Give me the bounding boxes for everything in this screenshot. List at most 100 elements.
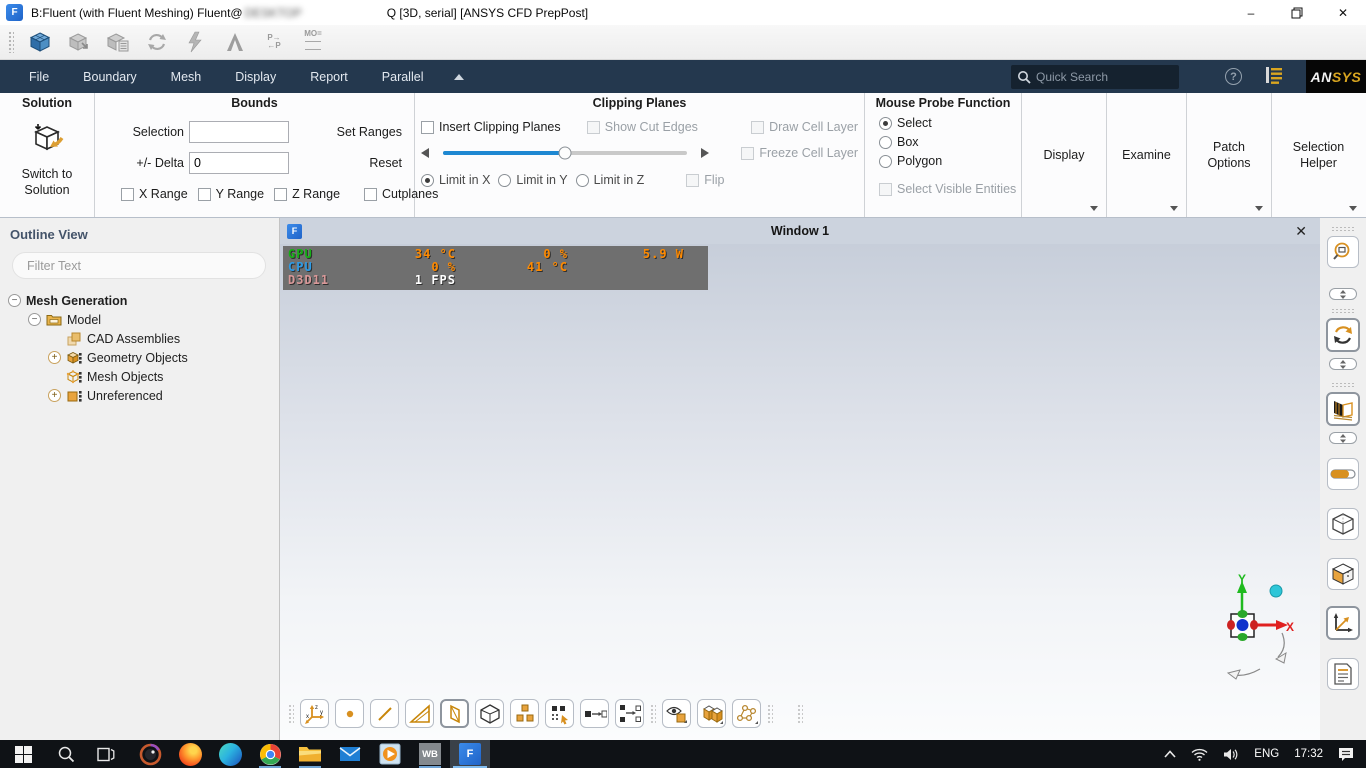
firefox-button[interactable] — [170, 740, 210, 768]
chrome-button[interactable] — [250, 740, 290, 768]
toolbar-drag-handle[interactable] — [8, 31, 14, 53]
toolbar-drag-handle[interactable] — [1331, 308, 1355, 314]
graphics-canvas[interactable]: GPU 34 °C 0 % 5.9 W CPU 0 % 41 °C D3D11 … — [280, 244, 1320, 740]
limit-in-x-radio[interactable]: Limit in X — [421, 173, 490, 187]
perspective-spin-control[interactable] — [1329, 432, 1357, 444]
tab-mesh[interactable]: Mesh — [154, 60, 219, 93]
selection-helper-dropdown-button[interactable]: Selection Helper — [1272, 93, 1365, 217]
solid-cube-button[interactable] — [1327, 558, 1359, 590]
copy-cells-button[interactable] — [580, 699, 609, 728]
collapse-icon[interactable]: − — [28, 313, 41, 326]
recorder-app-button[interactable] — [130, 740, 170, 768]
graphics-window-close-button[interactable]: ✕ — [1295, 223, 1307, 240]
reset-button[interactable]: Reset — [289, 156, 408, 170]
clip-slider[interactable] — [443, 146, 688, 160]
mo-list-icon[interactable]: MO= —— —— — [300, 29, 326, 55]
tree-item-mesh-objects[interactable]: Mesh Objects — [0, 367, 279, 386]
node-graph-button[interactable] — [732, 699, 761, 728]
toolbar-drag-handle[interactable] — [1331, 226, 1355, 232]
toolbar-drag-handle[interactable] — [767, 703, 773, 724]
language-indicator[interactable]: ENG — [1254, 748, 1279, 760]
tab-file[interactable]: File — [12, 60, 66, 93]
rotate-view-button[interactable] — [1326, 318, 1360, 352]
pp-transfer-icon[interactable]: P→ ←P — [261, 29, 287, 55]
mesh-cube-icon[interactable] — [27, 29, 53, 55]
toolbar-drag-handle[interactable] — [1331, 382, 1355, 388]
quick-search-input[interactable] — [1036, 69, 1166, 84]
rotate-spin-control[interactable] — [1329, 358, 1357, 370]
start-button[interactable] — [0, 740, 46, 768]
expand-icon[interactable]: + — [48, 389, 61, 402]
axes-view-button[interactable] — [1326, 606, 1360, 640]
annotation-button[interactable] — [1327, 658, 1359, 690]
wifi-icon[interactable] — [1191, 748, 1208, 761]
export-cube-icon[interactable] — [105, 29, 131, 55]
quick-search-box[interactable] — [1011, 64, 1179, 89]
move-cells-button[interactable] — [615, 699, 644, 728]
perspective-button[interactable] — [1326, 392, 1360, 426]
set-ranges-button[interactable]: Set Ranges — [289, 125, 408, 139]
toolbar-drag-handle[interactable] — [288, 703, 294, 724]
import-cube-icon[interactable] — [66, 29, 92, 55]
filter-text-input[interactable] — [12, 252, 266, 279]
probe-box-radio[interactable]: Box — [879, 135, 1015, 149]
y-range-checkbox[interactable]: Y Range — [197, 187, 264, 201]
tab-report[interactable]: Report — [293, 60, 365, 93]
limit-in-y-radio[interactable]: Limit in Y — [498, 173, 568, 187]
tree-item-mesh-generation[interactable]: − Mesh Generation — [0, 291, 279, 310]
tray-chevron-up-icon[interactable] — [1164, 750, 1176, 758]
z-range-checkbox[interactable]: Z Range — [274, 187, 340, 201]
outline-list-icon[interactable] — [1264, 65, 1284, 88]
slider-right-arrow[interactable] — [701, 148, 710, 158]
wireframe-cube-button[interactable] — [1327, 508, 1359, 540]
pan-capsule-button[interactable] — [1327, 458, 1359, 490]
cell-cluster-button[interactable] — [510, 699, 539, 728]
refresh-icon[interactable] — [144, 29, 170, 55]
slider-left-arrow[interactable] — [421, 148, 429, 158]
edge-button[interactable] — [210, 740, 250, 768]
tree-item-model[interactable]: − Model — [0, 310, 279, 329]
insert-clipping-planes-checkbox[interactable]: Insert Clipping Planes — [421, 120, 587, 134]
minimize-button[interactable]: – — [1228, 0, 1274, 25]
file-explorer-button[interactable] — [290, 740, 330, 768]
clock[interactable]: 17:32 — [1294, 748, 1323, 760]
media-player-button[interactable] — [370, 740, 410, 768]
quads-button[interactable] — [440, 699, 469, 728]
clip-slider-handle[interactable] — [558, 146, 572, 160]
workbench-button[interactable]: WB — [410, 740, 450, 768]
fluent-taskbar-button[interactable]: F — [450, 740, 490, 768]
task-view-button[interactable] — [86, 740, 126, 768]
tree-item-geometry-objects[interactable]: + Geometry Objects — [0, 348, 279, 367]
orientation-triad[interactable]: Y X — [1198, 572, 1298, 688]
expand-icon[interactable]: + — [48, 351, 61, 364]
restore-button[interactable] — [1274, 0, 1320, 25]
display-dropdown-button[interactable]: Display — [1022, 93, 1107, 217]
tab-display[interactable]: Display — [218, 60, 293, 93]
tree-item-cad-assemblies[interactable]: CAD Assemblies — [0, 329, 279, 348]
toolbar-drag-handle[interactable] — [650, 703, 656, 724]
triangles-button[interactable] — [405, 699, 434, 728]
volume-icon[interactable] — [1223, 748, 1239, 761]
tab-boundary[interactable]: Boundary — [66, 60, 154, 93]
tree-item-unreferenced[interactable]: + Unreferenced — [0, 386, 279, 405]
limit-in-z-radio[interactable]: Limit in Z — [575, 173, 644, 187]
probe-polygon-radio[interactable]: Polygon — [879, 154, 1015, 168]
collapse-ribbon-icon[interactable] — [454, 73, 465, 80]
axes-triad-button[interactable]: zy x — [300, 699, 329, 728]
hex-cells-button[interactable] — [475, 699, 504, 728]
patch-options-dropdown-button[interactable]: Patch Options — [1187, 93, 1272, 217]
lines-button[interactable] — [370, 699, 399, 728]
cell-blocks-button[interactable] — [697, 699, 726, 728]
ansys-a-icon[interactable] — [222, 29, 248, 55]
x-range-checkbox[interactable]: X Range — [121, 187, 188, 201]
close-button[interactable]: ✕ — [1320, 0, 1366, 25]
taskbar-search-button[interactable] — [46, 740, 86, 768]
toolbar-drag-handle[interactable] — [797, 703, 803, 724]
collapse-icon[interactable]: − — [8, 294, 21, 307]
selection-input[interactable] — [189, 121, 289, 143]
points-button[interactable] — [335, 699, 364, 728]
zoom-box-button[interactable] — [1327, 236, 1359, 268]
delta-input[interactable] — [189, 152, 289, 174]
switch-to-solution-button[interactable]: Switch to Solution — [6, 116, 88, 198]
visibility-button[interactable] — [662, 699, 691, 728]
